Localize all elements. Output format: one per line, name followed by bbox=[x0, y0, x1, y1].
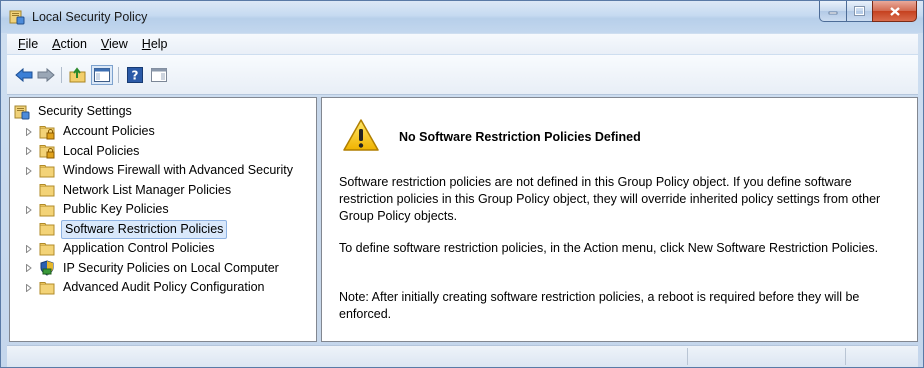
menu-file-label: ile bbox=[25, 37, 39, 51]
tree-item[interactable]: Network List Manager Policies bbox=[24, 181, 233, 200]
menu-bar: File Action View Help bbox=[7, 34, 918, 54]
minimize-button[interactable] bbox=[819, 1, 846, 22]
back-button[interactable] bbox=[13, 65, 35, 85]
console-tree: Security Settings Account Policies Local … bbox=[9, 97, 317, 342]
content-heading: No Software Restriction Policies Defined bbox=[399, 130, 641, 144]
tree-item-label: IP Security Policies on Local Computer bbox=[63, 260, 279, 275]
expand-arrow-icon[interactable] bbox=[24, 161, 34, 180]
details-pane: No Software Restriction Policies Defined… bbox=[321, 97, 918, 342]
tree-item-label: Advanced Audit Policy Configuration bbox=[63, 280, 265, 294]
menu-file[interactable]: File bbox=[11, 37, 45, 51]
up-one-level-button[interactable] bbox=[67, 65, 89, 85]
menu-file-accelerator: F bbox=[18, 37, 26, 51]
close-icon bbox=[889, 6, 900, 16]
menu-help-label: elp bbox=[150, 37, 168, 51]
description-paragraph: Software restriction policies are not de… bbox=[339, 175, 881, 223]
menu-view-accelerator: V bbox=[100, 37, 110, 51]
help-button[interactable]: ? bbox=[124, 65, 146, 85]
help-icon: ? bbox=[127, 67, 143, 83]
tree-item[interactable]: Advanced Audit Policy Configuration bbox=[24, 278, 267, 297]
menu-action-accelerator: A bbox=[52, 37, 61, 51]
instruction-paragraph: To define software restriction policies,… bbox=[339, 241, 879, 255]
menu-action[interactable]: Action bbox=[45, 37, 94, 51]
tree-root-security-settings[interactable]: Security Settings bbox=[14, 102, 134, 121]
expand-arrow-icon[interactable] bbox=[24, 200, 34, 219]
folder-lock-icon bbox=[39, 145, 55, 159]
show-hide-console-tree-button[interactable] bbox=[91, 65, 113, 85]
tree-root-label: Security Settings bbox=[38, 104, 132, 118]
folder-icon bbox=[39, 203, 55, 216]
note-paragraph: Note: After initially creating software … bbox=[339, 290, 860, 321]
show-hide-action-pane-button[interactable] bbox=[148, 65, 170, 85]
security-settings-icon bbox=[14, 105, 30, 119]
folder-lock-icon bbox=[39, 125, 55, 139]
folder-icon bbox=[39, 242, 55, 255]
expand-arrow-icon[interactable] bbox=[24, 259, 34, 278]
maximize-button[interactable] bbox=[846, 1, 872, 22]
tree-item-label: Application Control Policies bbox=[63, 241, 215, 255]
expand-arrow-icon[interactable] bbox=[24, 142, 34, 161]
tree-item[interactable]: Windows Firewall with Advanced Security bbox=[24, 161, 295, 180]
tree-item[interactable]: Local Policies bbox=[24, 142, 141, 161]
up-folder-icon bbox=[69, 67, 86, 83]
local-security-policy-window: Local Security Policy File Action View H… bbox=[0, 0, 924, 368]
tree-item[interactable]: Public Key Policies bbox=[24, 200, 171, 219]
status-bar bbox=[7, 345, 918, 367]
expand-arrow-icon[interactable] bbox=[24, 239, 34, 258]
menu-view-label: iew bbox=[109, 37, 128, 51]
tree-item-label: Software Restriction Policies bbox=[61, 219, 228, 239]
title-bar[interactable]: Local Security Policy bbox=[1, 1, 923, 33]
folder-icon bbox=[39, 281, 55, 294]
tree-item[interactable]: Application Control Policies bbox=[24, 239, 216, 258]
toolbar-separator bbox=[118, 67, 119, 83]
status-bar-segment bbox=[687, 348, 688, 365]
status-bar-segment bbox=[845, 348, 846, 365]
svg-text:?: ? bbox=[132, 69, 139, 83]
close-button[interactable] bbox=[872, 1, 917, 22]
expand-arrow-icon[interactable] bbox=[24, 122, 34, 141]
warning-icon bbox=[343, 119, 379, 151]
window-title: Local Security Policy bbox=[32, 10, 148, 24]
forward-arrow-icon bbox=[37, 67, 55, 83]
show-hide-action-pane-icon bbox=[151, 68, 167, 82]
tree-item[interactable]: Software Restriction Policies bbox=[24, 219, 228, 239]
show-hide-console-tree-icon bbox=[94, 68, 110, 82]
toolbar: ? bbox=[7, 55, 918, 95]
tree-item-label: Public Key Policies bbox=[63, 202, 169, 216]
folder-icon bbox=[39, 184, 55, 197]
menu-help-accelerator: H bbox=[141, 37, 151, 51]
menu-view[interactable]: View bbox=[94, 37, 135, 51]
forward-button[interactable] bbox=[35, 65, 57, 85]
expand-arrow-icon[interactable] bbox=[24, 278, 34, 297]
tree-item[interactable]: IP Security Policies on Local Computer bbox=[24, 259, 281, 278]
minimize-icon bbox=[828, 11, 838, 15]
back-arrow-icon bbox=[15, 67, 33, 83]
folder-icon bbox=[39, 164, 55, 177]
tree-item-label: Account Policies bbox=[63, 124, 155, 138]
tree-item[interactable]: Account Policies bbox=[24, 122, 157, 141]
toolbar-separator bbox=[61, 67, 62, 83]
maximize-icon bbox=[854, 6, 865, 16]
tree-item-label: Local Policies bbox=[63, 143, 140, 158]
folder-icon bbox=[39, 223, 55, 236]
ipsec-shield-icon bbox=[40, 260, 54, 276]
tree-item-label: Network List Manager Policies bbox=[63, 182, 232, 197]
menu-action-label: ction bbox=[60, 37, 87, 51]
security-policy-app-icon bbox=[9, 10, 25, 25]
tree-item-label: Windows Firewall with Advanced Security bbox=[63, 163, 293, 177]
menu-help[interactable]: Help bbox=[135, 37, 175, 51]
